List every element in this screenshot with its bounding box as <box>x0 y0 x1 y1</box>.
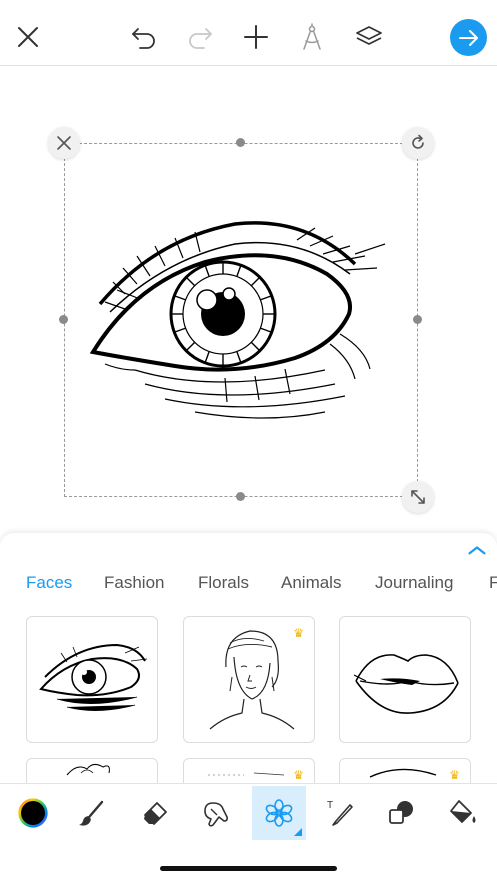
sticker-category-tabs: Faces Fashion Florals Animals Journaling… <box>0 573 497 599</box>
more-options-indicator <box>294 828 302 836</box>
undo-button[interactable] <box>126 19 162 55</box>
premium-crown-icon: ♛ <box>293 626 304 640</box>
eye-sticker[interactable] <box>26 616 158 743</box>
sticker-sheet: Faces Fashion Florals Animals Journaling… <box>0 533 497 793</box>
fill-tool-button[interactable] <box>436 786 490 840</box>
tab-journaling[interactable]: Journaling <box>375 573 453 593</box>
resize-handle-top[interactable] <box>236 138 245 147</box>
tab-faces[interactable]: Faces <box>26 573 72 593</box>
eye-sticker-drawing <box>89 221 386 419</box>
rotate-sticker-button[interactable] <box>402 127 434 159</box>
plus-icon <box>244 25 268 49</box>
redo-button[interactable] <box>182 19 218 55</box>
chevron-up-icon <box>468 546 486 555</box>
flower-sticker-icon <box>265 799 293 827</box>
drawing-canvas[interactable] <box>0 67 497 537</box>
eraser-tool-button[interactable] <box>128 786 182 840</box>
drawing-editor-screen: Faces Fashion Florals Animals Journaling… <box>0 0 497 883</box>
premium-crown-icon: ♛ <box>449 768 460 782</box>
shape-tool-button[interactable] <box>374 786 428 840</box>
sticker-selection-box[interactable] <box>64 143 418 497</box>
undo-icon <box>132 28 155 49</box>
close-button[interactable] <box>10 19 46 55</box>
resize-diagonal-icon <box>411 490 425 504</box>
woman-portrait-sticker[interactable]: ♛ <box>183 616 315 743</box>
eye-thumbnail <box>39 643 148 711</box>
collapse-sheet-button[interactable] <box>465 541 489 559</box>
svg-text:T: T <box>327 800 333 811</box>
color-picker-button[interactable] <box>6 786 60 840</box>
tab-animals[interactable]: Animals <box>281 573 341 593</box>
tab-fashion[interactable]: Fashion <box>104 573 164 593</box>
compass-icon <box>303 23 321 50</box>
add-button[interactable] <box>238 19 274 55</box>
home-indicator <box>160 866 337 871</box>
eraser-icon <box>144 802 167 825</box>
rotate-icon <box>412 134 424 149</box>
close-icon <box>57 136 71 150</box>
top-toolbar <box>0 0 497 66</box>
brush-tool-button[interactable] <box>65 786 119 840</box>
text-pen-icon: T <box>327 800 353 826</box>
smudge-finger-icon <box>204 802 228 827</box>
tab-more[interactable]: F <box>489 573 497 593</box>
redo-icon <box>189 28 212 49</box>
paint-bucket-icon <box>450 800 476 823</box>
scale-sticker-button[interactable] <box>402 481 434 513</box>
layers-icon <box>356 26 382 45</box>
resize-handle-bottom[interactable] <box>236 492 245 501</box>
arrow-right-icon <box>458 29 478 46</box>
layers-button[interactable] <box>351 19 387 55</box>
bottom-toolbar: T <box>0 783 497 883</box>
lips-sticker[interactable] <box>339 616 471 743</box>
lips-thumbnail <box>353 654 459 714</box>
brush-icon <box>79 800 104 826</box>
resize-handle-left[interactable] <box>59 315 68 324</box>
text-tool-button[interactable]: T <box>313 786 367 840</box>
color-wheel-icon <box>18 798 48 828</box>
compass-button[interactable] <box>294 19 330 55</box>
delete-sticker-button[interactable] <box>48 127 80 159</box>
resize-handle-right[interactable] <box>413 315 422 324</box>
smudge-tool-button[interactable] <box>188 786 242 840</box>
sticker-tool-button[interactable] <box>252 786 306 840</box>
close-icon <box>18 27 38 47</box>
tab-florals[interactable]: Florals <box>198 573 249 593</box>
next-button[interactable] <box>450 19 487 56</box>
premium-crown-icon: ♛ <box>293 768 304 782</box>
shapes-icon <box>389 801 413 824</box>
